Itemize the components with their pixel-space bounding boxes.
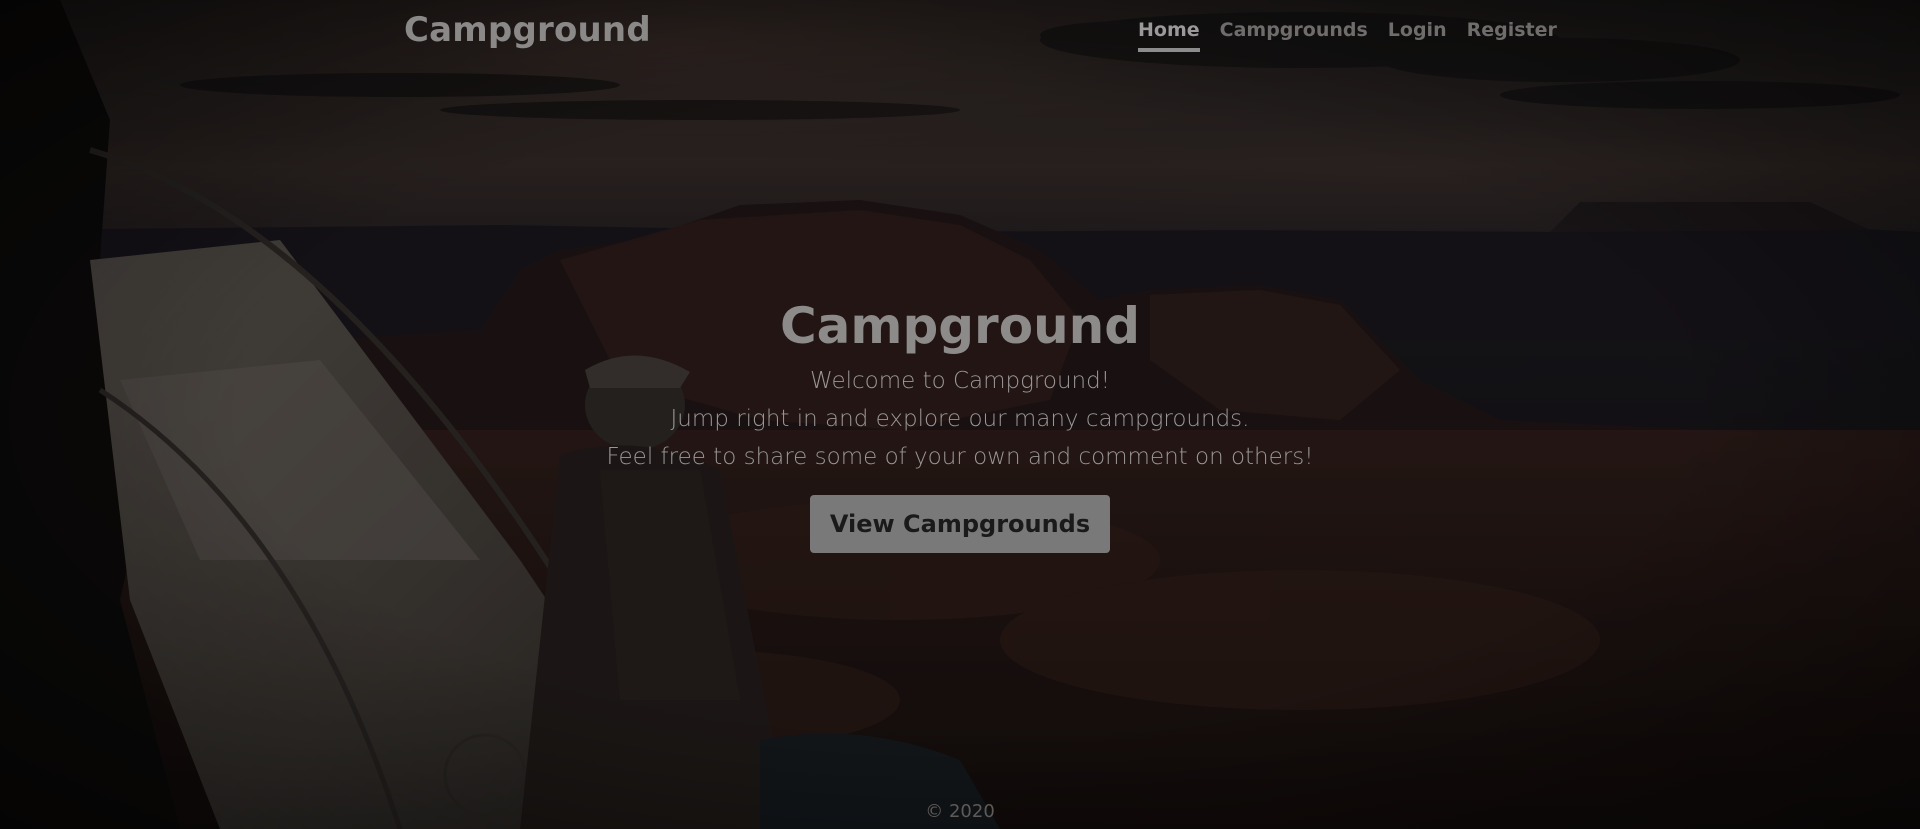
- copyright-text: © 2020: [925, 801, 995, 822]
- hero-welcome-text: Welcome to Campground!: [810, 368, 1110, 394]
- nav-link-campgrounds[interactable]: Campgrounds: [1220, 19, 1368, 52]
- view-campgrounds-button[interactable]: View Campgrounds: [809, 495, 1111, 553]
- brand-logo-link[interactable]: Campground: [404, 10, 651, 50]
- nav-link-home[interactable]: Home: [1138, 19, 1200, 52]
- nav-link-register[interactable]: Register: [1467, 19, 1557, 52]
- hero-section: Campground Welcome to Campground! Jump r…: [0, 296, 1920, 553]
- hero-title: Campground: [779, 297, 1141, 355]
- footer: © 2020: [0, 801, 1920, 822]
- hero-share-text: Feel free to share some of your own and …: [606, 444, 1314, 470]
- main-nav: Home Campgrounds Login Register: [1138, 19, 1557, 52]
- nav-link-login[interactable]: Login: [1388, 19, 1447, 52]
- top-navbar: Campground Home Campgrounds Login Regist…: [0, 0, 1920, 62]
- hero-explore-text: Jump right in and explore our many campg…: [670, 406, 1250, 432]
